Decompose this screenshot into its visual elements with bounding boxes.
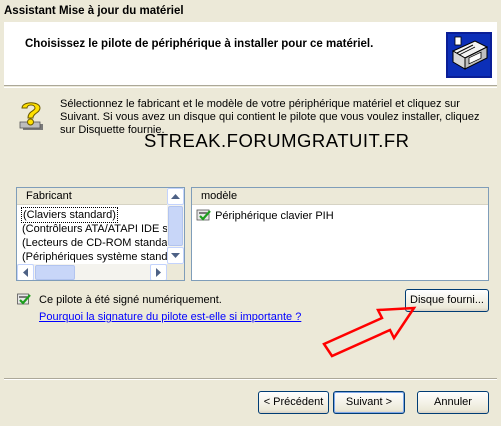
signature-status-text: Ce pilote à été signé numériquement.	[39, 294, 222, 306]
have-disk-button[interactable]: Disque fourni...	[405, 289, 489, 312]
manufacturer-list[interactable]: Fabricant (Claviers standard) (Contrôleu…	[16, 187, 185, 281]
title-bar: Assistant Mise à jour du matériel	[0, 0, 501, 22]
scroll-corner	[167, 264, 184, 280]
header-separator	[4, 87, 497, 88]
manufacturer-vscroll-thumb[interactable]	[168, 206, 183, 246]
footer-separator-highlight	[4, 379, 497, 380]
model-column-header[interactable]: modèle	[192, 188, 488, 205]
driver-signed-icon	[196, 209, 211, 221]
manufacturer-item-ata-controllers[interactable]: (Contrôleurs ATA/ATAPI IDE s	[22, 222, 168, 236]
manufacturer-item-cdrom-drives[interactable]: (Lecteurs de CD-ROM standar	[22, 236, 171, 250]
scroll-left-button[interactable]	[17, 264, 34, 280]
help-question-icon	[19, 102, 43, 130]
scroll-down-arrow-icon	[171, 252, 180, 258]
watermark-text: STREAK.FORUMGRATUIT.FR	[144, 130, 410, 151]
manufacturer-vertical-scrollbar[interactable]	[167, 188, 184, 264]
model-list[interactable]: modèle Périphérique clavier PIH	[191, 187, 489, 281]
model-item-label: Périphérique clavier PIH	[215, 210, 334, 222]
signature-info-link[interactable]: Pourquoi la signature du pilote est-elle…	[39, 311, 301, 323]
header-title: Choisissez le pilote de périphérique à i…	[25, 38, 374, 50]
annotation-arrow-icon	[322, 306, 417, 358]
scroll-down-button[interactable]	[167, 247, 184, 264]
next-button[interactable]: Suivant >	[333, 391, 405, 414]
cancel-button[interactable]: Annuler	[417, 391, 489, 414]
manufacturer-item-standard-keyboards[interactable]: (Claviers standard)	[21, 207, 118, 223]
model-item[interactable]: Périphérique clavier PIH	[196, 208, 334, 222]
driver-signed-icon	[17, 293, 31, 305]
manufacturer-item-system-devices[interactable]: (Périphériques système standa	[22, 250, 174, 264]
manufacturer-hscroll-thumb[interactable]	[35, 265, 75, 280]
scroll-up-button[interactable]	[167, 188, 184, 205]
manufacturer-column-header[interactable]: Fabricant	[17, 188, 168, 205]
hardware-card-icon	[446, 32, 492, 78]
wizard-header: Choisissez le pilote de périphérique à i…	[4, 22, 497, 86]
back-button[interactable]: < Précédent	[258, 391, 329, 414]
scroll-right-arrow-icon	[155, 268, 161, 277]
window-title: Assistant Mise à jour du matériel	[4, 5, 184, 17]
scroll-up-arrow-icon	[171, 193, 180, 199]
scroll-right-button[interactable]	[150, 264, 167, 280]
scroll-left-arrow-icon	[22, 268, 28, 277]
manufacturer-horizontal-scrollbar[interactable]	[17, 264, 167, 280]
